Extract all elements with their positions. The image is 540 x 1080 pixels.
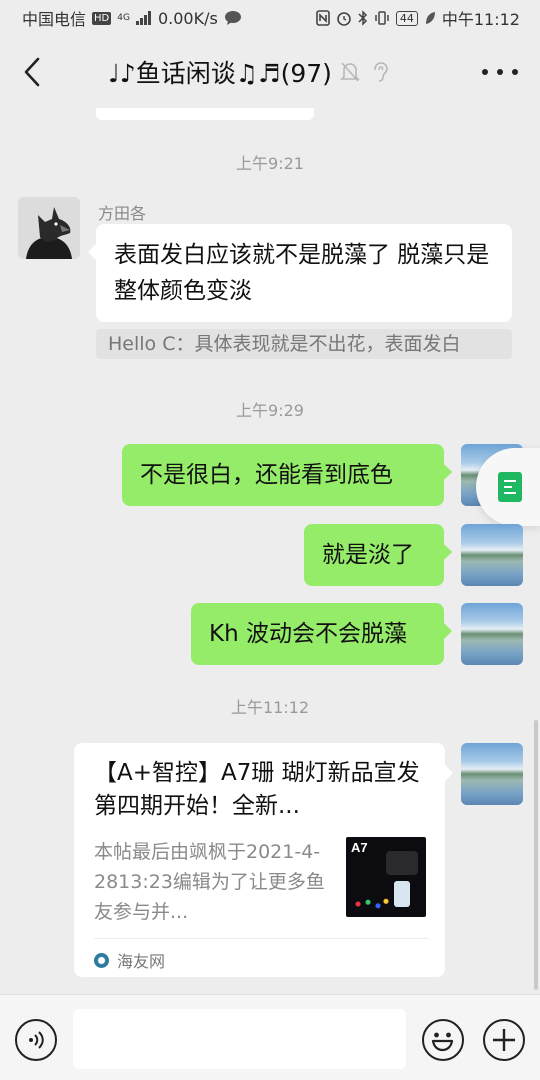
- network-speed: 0.00K/s: [157, 8, 218, 28]
- divider: [94, 938, 429, 939]
- floating-document-button[interactable]: [476, 448, 540, 526]
- document-icon: [498, 472, 522, 502]
- timestamp: 上午9:29: [236, 401, 304, 420]
- avatar[interactable]: [18, 197, 80, 259]
- sender-name: 方田各: [98, 204, 147, 223]
- carrier-label: 中国电信: [22, 10, 87, 29]
- hd-badge: HD: [92, 11, 112, 25]
- signal-icon: [135, 11, 151, 25]
- source-name: 海友网: [117, 952, 166, 971]
- self-avatar[interactable]: [461, 524, 523, 586]
- timestamp: 上午9:21: [236, 154, 304, 173]
- network-type: 4G: [117, 12, 130, 23]
- back-icon: [24, 57, 40, 87]
- chat-bubble-icon: [224, 11, 241, 25]
- chat-header: ♩♪鱼话闲谈♫♬(97): [0, 36, 540, 108]
- link-card-source: 海友网: [94, 948, 165, 972]
- previous-message-bubble[interactable]: [96, 108, 314, 120]
- chat-area[interactable]: 上午9:21 方田各 表面发白应该就不是脱藻了 脱藻只是整体颜色变淡 Hello…: [0, 108, 540, 994]
- voice-icon: [29, 1031, 44, 1049]
- wolf-avatar-icon: [18, 197, 80, 259]
- nfc-icon: [316, 10, 330, 26]
- leaf-icon: [425, 12, 435, 24]
- bluetooth-icon: [358, 10, 367, 26]
- emoji-icon: [431, 1032, 454, 1052]
- message-bubble[interactable]: 就是淡了: [304, 524, 452, 586]
- status-bar: 中国电信 HD 4G 0.00K/s 44 中午11:12: [0, 0, 540, 36]
- link-card[interactable]: 【A+智控】A7珊 瑚灯新品宣发 第四期开始！全新... 本帖最后由飒枫于202…: [74, 743, 453, 977]
- self-avatar[interactable]: [461, 743, 523, 805]
- message-input[interactable]: [73, 1009, 406, 1069]
- clock: 中午11:12: [441, 10, 520, 29]
- ear-icon: [368, 60, 392, 84]
- more-icon: [482, 69, 488, 75]
- alarm-icon: [337, 12, 351, 26]
- link-card-description: 本帖最后由飒枫于2021-4-2813:23编辑为了让更多鱼友参与并...: [94, 841, 325, 923]
- plus-icon: [493, 1029, 515, 1051]
- scrollbar[interactable]: [534, 720, 538, 990]
- link-card-thumbnail: A7: [346, 837, 426, 917]
- emoji-button[interactable]: [422, 1019, 464, 1061]
- battery-indicator: 44: [395, 10, 418, 26]
- vibrate-icon: [375, 11, 389, 25]
- plus-button[interactable]: [483, 1019, 525, 1061]
- self-avatar[interactable]: [461, 603, 523, 665]
- input-bar: [0, 994, 540, 1080]
- quoted-message[interactable]: Hello C：具体表现就是不出花，表面发白: [96, 329, 512, 359]
- thumbnail-label: A7: [351, 840, 368, 855]
- message-bubble[interactable]: 不是很白，还能看到底色: [122, 444, 452, 506]
- back-button[interactable]: [14, 54, 50, 90]
- group-title: ♩♪鱼话闲谈♫♬(97): [108, 59, 332, 88]
- timestamp: 上午11:12: [230, 698, 310, 717]
- mute-bell-icon: [338, 60, 362, 84]
- message-bubble[interactable]: 表面发白应该就不是脱藻了 脱藻只是整体颜色变淡: [88, 224, 512, 322]
- source-logo-icon: [94, 952, 109, 968]
- more-button[interactable]: [482, 60, 518, 84]
- link-card-title: 【A+智控】A7珊 瑚灯新品宣发 第四期开始！全新...: [94, 760, 420, 819]
- voice-button[interactable]: [15, 1019, 57, 1061]
- message-bubble[interactable]: Kh 波动会不会脱藻: [191, 603, 452, 665]
